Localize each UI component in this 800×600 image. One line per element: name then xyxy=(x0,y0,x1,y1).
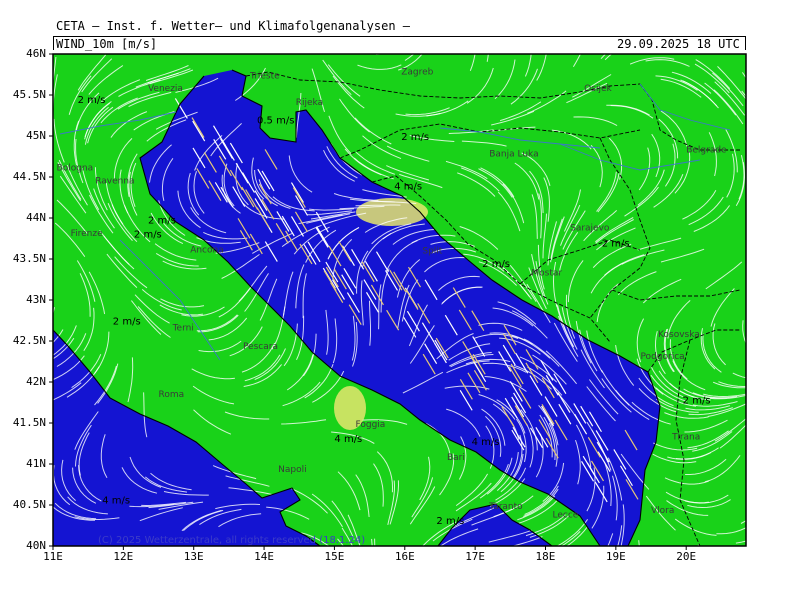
city-label: Sarajevo xyxy=(570,223,610,233)
latitude-tick-label: 42.5N xyxy=(12,334,46,347)
city-label: Banja Luka xyxy=(489,150,538,160)
header-title: CETA — Inst. f. Wetter— und Klimafolgena… xyxy=(56,19,411,33)
city-label: Foggia xyxy=(356,420,386,430)
latitude-tick-label: 41N xyxy=(26,457,46,470)
city-label: Zagreb xyxy=(401,68,433,78)
wind-speed-label: 0.5 m/s xyxy=(257,116,294,127)
longitude-tick-label: 12E xyxy=(113,550,134,563)
wind-speed-label: 4 m/s xyxy=(102,495,130,506)
latitude-tick-label: 42N xyxy=(26,375,46,388)
wind-speed-label: 4 m/s xyxy=(394,181,422,192)
longitude-tick-label: 11E xyxy=(43,550,63,563)
latitude-tick-label: 40.5N xyxy=(12,498,46,511)
city-label: Bari xyxy=(447,453,465,463)
wind-speed-label: 4 m/s xyxy=(472,437,500,448)
longitude-tick-label: 17E xyxy=(465,550,486,563)
wind-speed-label: 2 m/s xyxy=(401,132,429,143)
city-label: Taranto xyxy=(488,502,523,512)
latitude-tick-label: 45N xyxy=(26,129,46,142)
city-label: Lecce xyxy=(553,510,579,520)
wind-map: VeneziaTrieste ZagrebOsijekRijekaBolognaR… xyxy=(49,53,747,550)
valid-time: 29.09.2025 18 UTC xyxy=(617,37,740,51)
longitude-tick-label: 14E xyxy=(254,550,274,563)
city-label: Vlora xyxy=(651,506,674,516)
longitude-tick-label: 13E xyxy=(183,550,204,563)
city-label: Osijek xyxy=(584,84,612,94)
wind-speed-label: 4 m/s xyxy=(334,434,362,445)
city-label: Ancona xyxy=(190,245,224,255)
longitude-tick-label: 15E xyxy=(324,550,345,563)
copyright-text: (C) 2025 Wetterzentrale, all rights rese… xyxy=(98,535,365,546)
city-label: Rijeka xyxy=(296,98,323,108)
city-label: Roma xyxy=(159,390,185,400)
city-label: Pescara xyxy=(243,342,278,352)
latitude-tick-label: 43N xyxy=(26,293,46,306)
wind-speed-label: 2 m/s xyxy=(113,317,141,328)
longitude-tick-label: 19E xyxy=(605,550,626,563)
wind-speed-label: 2 m/s xyxy=(78,95,106,106)
city-label: Venezia xyxy=(148,84,183,94)
latitude-tick-label: 46N xyxy=(26,47,46,60)
city-label: Belgrade xyxy=(686,145,727,155)
latitude-tick-label: 44.5N xyxy=(12,170,46,183)
wind-speed-label: 2 m/s xyxy=(683,395,711,406)
wind-speed-label: 2 m/s xyxy=(134,230,162,241)
city-label: Ravenna xyxy=(95,177,134,187)
city-label: Napoli xyxy=(278,465,306,475)
wind-speed-label: 2 m/s xyxy=(482,259,510,270)
city-label: Tirana xyxy=(671,432,700,442)
wind-speed-label: 2 m/s xyxy=(602,239,630,250)
city-label: Bologna xyxy=(57,163,94,173)
city-label: Trieste xyxy=(249,72,280,82)
city-label: Mostar xyxy=(531,268,562,278)
city-label: Firenze xyxy=(71,229,103,239)
wind-speed-label: 2 m/s xyxy=(148,216,176,227)
city-label: Podgorica xyxy=(640,352,684,362)
longitude-tick-label: 18E xyxy=(535,550,556,563)
parameter-label: WIND_10m [m/s] xyxy=(56,37,158,51)
latitude-tick-label: 43.5N xyxy=(12,252,46,265)
latitude-tick-label: 44N xyxy=(26,211,46,224)
city-label: Terni xyxy=(172,323,194,333)
latitude-tick-label: 45.5N xyxy=(12,88,46,101)
wind-speed-label: 2 m/s xyxy=(436,516,464,527)
city-label: Split xyxy=(422,246,442,256)
latitude-tick-label: 41.5N xyxy=(12,416,46,429)
city-label: Kosovska xyxy=(658,330,700,340)
longitude-tick-label: 16E xyxy=(394,550,415,563)
longitude-tick-label: 20E xyxy=(676,550,697,563)
